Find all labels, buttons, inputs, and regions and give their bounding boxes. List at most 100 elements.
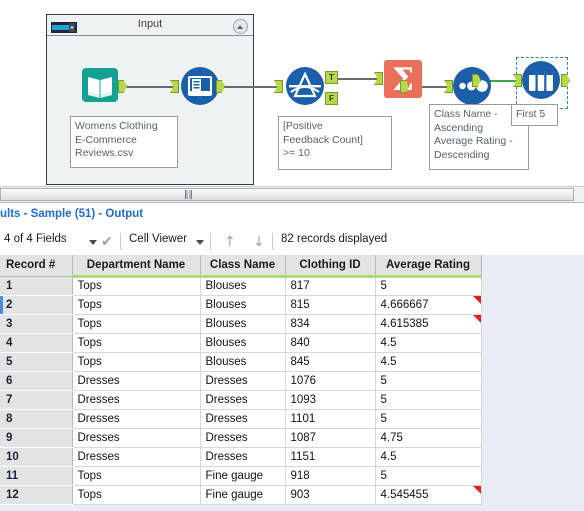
- cell-class-name[interactable]: Blouses: [200, 333, 286, 353]
- cell-average-rating[interactable]: 5: [375, 371, 482, 391]
- table-row[interactable]: 4 Tops Blouses 840 4.5: [0, 333, 482, 353]
- table-row[interactable]: 9 Dresses Dresses 1087 4.75: [0, 428, 482, 448]
- cell-average-rating[interactable]: 5: [375, 390, 482, 410]
- filter-tool[interactable]: [285, 66, 325, 106]
- cell-clothing-id[interactable]: 817: [285, 276, 376, 296]
- cell-record[interactable]: 12: [0, 485, 73, 505]
- table-row[interactable]: 3 Tops Blouses 834 4.615385: [0, 314, 482, 334]
- cell-record[interactable]: 10: [0, 447, 73, 467]
- cell-class-name[interactable]: Dresses: [200, 447, 286, 467]
- table-row[interactable]: 2 Tops Blouses 815 4.666667: [0, 295, 482, 315]
- cell-clothing-id[interactable]: 918: [285, 466, 376, 486]
- cell-average-rating[interactable]: 4.666667: [375, 295, 482, 315]
- cell-record[interactable]: 2: [0, 295, 73, 315]
- cell-average-rating[interactable]: 4.5: [375, 352, 482, 372]
- table-row[interactable]: 10 Dresses Dresses 1151 4.5: [0, 447, 482, 467]
- cell-clothing-id[interactable]: 845: [285, 352, 376, 372]
- cell-department-name[interactable]: Tops: [72, 466, 201, 486]
- cell-clothing-id[interactable]: 1101: [285, 409, 376, 429]
- fields-chevron-down-icon[interactable]: [89, 240, 97, 245]
- cell-average-rating[interactable]: 4.545455: [375, 485, 482, 505]
- results-title[interactable]: ults - Sample (51) - Output: [0, 208, 143, 220]
- cell-average-rating[interactable]: 4.615385: [375, 314, 482, 334]
- cell-class-name[interactable]: Blouses: [200, 295, 286, 315]
- cell-department-name[interactable]: Tops: [72, 352, 201, 372]
- cell-department-name[interactable]: Tops: [72, 276, 201, 296]
- cell-class-name[interactable]: Dresses: [200, 409, 286, 429]
- cell-record[interactable]: 5: [0, 352, 73, 372]
- cell-class-name[interactable]: Blouses: [200, 276, 286, 296]
- cell-clothing-id[interactable]: 1087: [285, 428, 376, 448]
- cell-clothing-id[interactable]: 1093: [285, 390, 376, 410]
- cell-record[interactable]: 7: [0, 390, 73, 410]
- column-header-record[interactable]: Record #: [0, 255, 73, 277]
- cell-clothing-id[interactable]: 815: [285, 295, 376, 315]
- select-tool[interactable]: [180, 66, 220, 106]
- cell-department-name[interactable]: Tops: [72, 295, 201, 315]
- filter-true-port[interactable]: T: [325, 71, 338, 84]
- cell-record[interactable]: 11: [0, 466, 73, 486]
- cell-clothing-id[interactable]: 1076: [285, 371, 376, 391]
- sample-tool[interactable]: [521, 60, 561, 100]
- workflow-canvas[interactable]: Input Womens Clothing E-Commerce Reviews…: [0, 0, 584, 186]
- cell-record[interactable]: 3: [0, 314, 73, 334]
- output-plug-sample[interactable]: [561, 74, 570, 87]
- cell-clothing-id[interactable]: 840: [285, 333, 376, 353]
- fields-selector-label[interactable]: 4 of 4 Fields: [4, 233, 67, 245]
- cell-department-name[interactable]: Dresses: [72, 371, 201, 391]
- cell-department-name[interactable]: Dresses: [72, 409, 201, 429]
- cell-record[interactable]: 4: [0, 333, 73, 353]
- cell-average-rating[interactable]: 4.5: [375, 333, 482, 353]
- cell-record[interactable]: 1: [0, 276, 73, 296]
- cell-clothing-id[interactable]: 1151: [285, 447, 376, 467]
- table-row[interactable]: 12 Tops Fine gauge 903 4.545455: [0, 485, 482, 505]
- cell-viewer-label[interactable]: Cell Viewer: [129, 233, 187, 245]
- cell-record[interactable]: 9: [0, 428, 73, 448]
- annotation-sample[interactable]: First 5: [511, 104, 558, 126]
- cell-class-name[interactable]: Dresses: [200, 390, 286, 410]
- splitter-bar[interactable]: ‖‖: [0, 188, 574, 201]
- arrow-down-icon[interactable]: ↓: [253, 234, 265, 250]
- table-row[interactable]: 8 Dresses Dresses 1101 5: [0, 409, 482, 429]
- cell-department-name[interactable]: Tops: [72, 333, 201, 353]
- wire-filter-to-summarize[interactable]: [333, 78, 378, 80]
- cell-department-name[interactable]: Dresses: [72, 390, 201, 410]
- cell-class-name[interactable]: Fine gauge: [200, 485, 286, 505]
- cell-average-rating[interactable]: 5: [375, 409, 482, 429]
- column-header-clothing-id[interactable]: Clothing ID: [285, 255, 376, 278]
- cell-average-rating[interactable]: 5: [375, 466, 482, 486]
- filter-false-port[interactable]: F: [325, 92, 338, 105]
- chevron-up-icon[interactable]: [233, 19, 248, 34]
- container-title-bar[interactable]: Input: [47, 15, 253, 36]
- table-row[interactable]: 6 Dresses Dresses 1076 5: [0, 371, 482, 391]
- cell-class-name[interactable]: Dresses: [200, 371, 286, 391]
- cell-department-name[interactable]: Dresses: [72, 447, 201, 467]
- wire-input-to-select[interactable]: [127, 86, 174, 88]
- check-icon[interactable]: ✔: [101, 234, 113, 250]
- cell-class-name[interactable]: Blouses: [200, 352, 286, 372]
- summarize-tool[interactable]: Σ: [383, 59, 423, 99]
- annotation-input-data[interactable]: Womens Clothing E-Commerce Reviews.csv: [70, 116, 178, 168]
- input-data-tool[interactable]: [82, 66, 122, 106]
- table-row[interactable]: 5 Tops Blouses 845 4.5: [0, 352, 482, 372]
- cell-clothing-id[interactable]: 903: [285, 485, 376, 505]
- cell-average-rating[interactable]: 4.75: [375, 428, 482, 448]
- column-header-average-rating[interactable]: Average Rating: [375, 255, 482, 278]
- column-header-department-name[interactable]: Department Name: [72, 255, 201, 278]
- cell-class-name[interactable]: Dresses: [200, 428, 286, 448]
- cell-viewer-chevron-down-icon[interactable]: [196, 240, 204, 245]
- table-row[interactable]: 11 Tops Fine gauge 918 5: [0, 466, 482, 486]
- cell-clothing-id[interactable]: 834: [285, 314, 376, 334]
- annotation-filter[interactable]: [Positive Feedback Count] >= 10: [278, 116, 392, 170]
- column-header-class-name[interactable]: Class Name: [200, 255, 286, 278]
- arrow-up-icon[interactable]: ↑: [224, 234, 236, 250]
- table-row[interactable]: 7 Dresses Dresses 1093 5: [0, 390, 482, 410]
- cell-department-name[interactable]: Tops: [72, 314, 201, 334]
- cell-record[interactable]: 8: [0, 409, 73, 429]
- cell-class-name[interactable]: Fine gauge: [200, 466, 286, 486]
- table-row[interactable]: 1 Tops Blouses 817 5: [0, 276, 482, 296]
- pane-splitter[interactable]: ‖‖: [0, 186, 584, 203]
- cell-average-rating[interactable]: 5: [375, 276, 482, 296]
- cell-record[interactable]: 6: [0, 371, 73, 391]
- cell-average-rating[interactable]: 4.5: [375, 447, 482, 467]
